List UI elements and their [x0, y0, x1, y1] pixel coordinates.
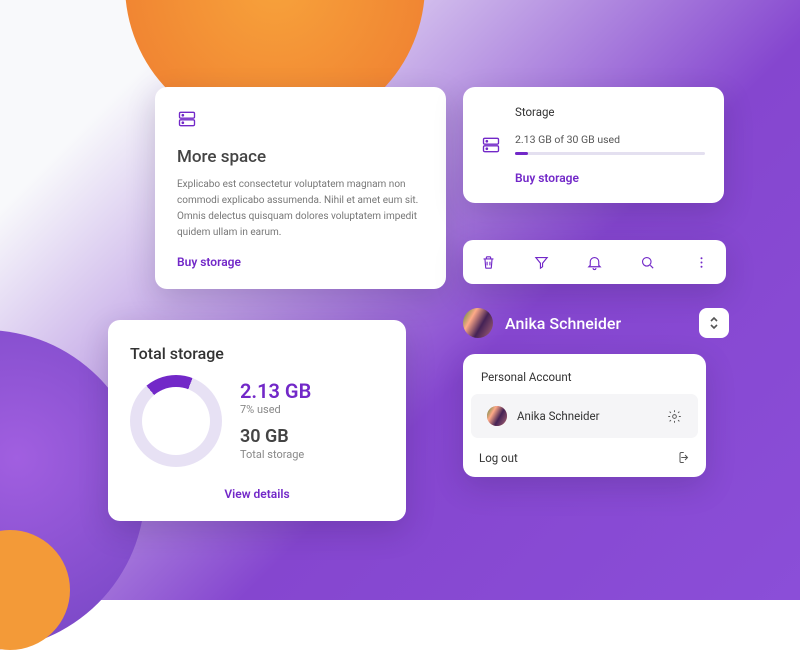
total-label: Total storage	[240, 448, 311, 461]
user-selector[interactable]: Anika Schneider	[463, 308, 729, 338]
storage-usage-text: 2.13 GB of 30 GB used	[515, 133, 705, 146]
view-details-link[interactable]: View details	[130, 487, 384, 501]
avatar	[487, 406, 507, 426]
more-icon[interactable]	[686, 247, 716, 277]
avatar	[463, 308, 493, 338]
more-space-body: Explicabo est consectetur voluptatem mag…	[177, 177, 424, 241]
trash-icon[interactable]	[473, 247, 503, 277]
expand-toggle[interactable]	[699, 308, 729, 338]
storage-icon	[481, 105, 501, 185]
buy-storage-link[interactable]: Buy storage	[515, 171, 705, 185]
bell-icon[interactable]	[580, 247, 610, 277]
total-value: 30 GB	[240, 428, 311, 447]
storage-ring-chart	[130, 375, 222, 467]
storage-progress-bar	[515, 152, 705, 155]
total-storage-title: Total storage	[130, 344, 384, 363]
chevron-up-down-icon	[708, 316, 720, 330]
logout-icon	[675, 450, 690, 465]
account-menu-header: Personal Account	[463, 354, 706, 394]
gear-icon[interactable]	[667, 409, 682, 424]
account-item-logout[interactable]: Log out	[463, 438, 706, 477]
total-storage-card: Total storage 2.13 GB 7% used 30 GB Tota…	[108, 320, 406, 521]
user-name: Anika Schneider	[505, 314, 621, 333]
storage-icon	[177, 109, 197, 129]
more-space-title: More space	[177, 147, 424, 167]
account-menu: Personal Account Anika Schneider Log out	[463, 354, 706, 477]
more-space-card: More space Explicabo est consectetur vol…	[155, 87, 446, 289]
account-item-current[interactable]: Anika Schneider	[471, 394, 698, 438]
account-item-label: Log out	[479, 451, 518, 465]
storage-title: Storage	[515, 105, 705, 119]
account-item-label: Anika Schneider	[517, 409, 600, 423]
storage-usage-card: Storage 2.13 GB of 30 GB used Buy storag…	[463, 87, 724, 203]
storage-progress-fill	[515, 152, 528, 155]
search-icon[interactable]	[633, 247, 663, 277]
toolbar	[463, 240, 726, 284]
used-label: 7% used	[240, 403, 311, 416]
used-value: 2.13 GB	[240, 381, 311, 402]
buy-storage-link[interactable]: Buy storage	[177, 255, 424, 269]
filter-icon[interactable]	[526, 247, 556, 277]
